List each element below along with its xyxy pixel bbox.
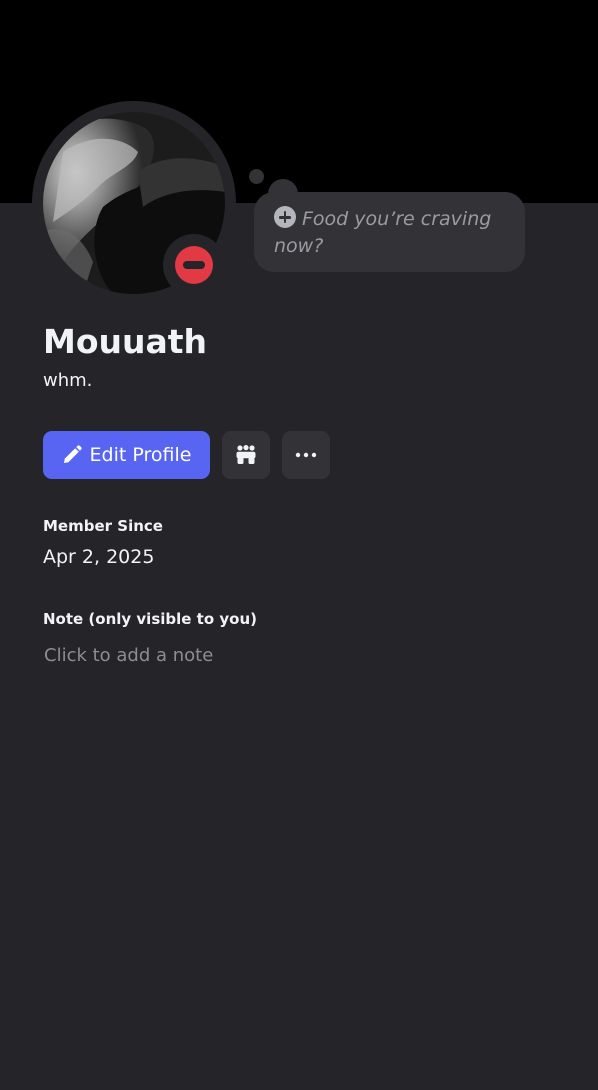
more-icon (295, 452, 317, 458)
username: whm. (43, 370, 93, 391)
pencil-icon (63, 445, 82, 463)
note-input[interactable] (44, 640, 544, 670)
plus-circle-icon (274, 206, 296, 228)
edit-profile-button[interactable]: Edit Profile (43, 431, 210, 479)
friends-button[interactable] (222, 431, 270, 479)
display-name: Mouuath (43, 322, 208, 361)
more-options-button[interactable] (282, 431, 330, 479)
custom-status-bubble[interactable]: Food you’re craving now? (254, 192, 525, 272)
custom-status-prompt: Food you’re craving now? (274, 206, 492, 257)
friends-icon (236, 445, 256, 464)
user-profile-panel: Food you’re craving now? Mouuath whm. Ed… (0, 0, 598, 1090)
status-bubble-dot (249, 169, 264, 184)
do-not-disturb-icon (175, 246, 213, 284)
member-since-label: Member Since (43, 517, 163, 535)
edit-profile-label: Edit Profile (89, 444, 192, 466)
note-label: Note (only visible to you) (43, 610, 257, 628)
custom-status-placeholder: Food you’re craving now? (274, 208, 492, 257)
member-since-date: Apr 2, 2025 (43, 546, 155, 568)
